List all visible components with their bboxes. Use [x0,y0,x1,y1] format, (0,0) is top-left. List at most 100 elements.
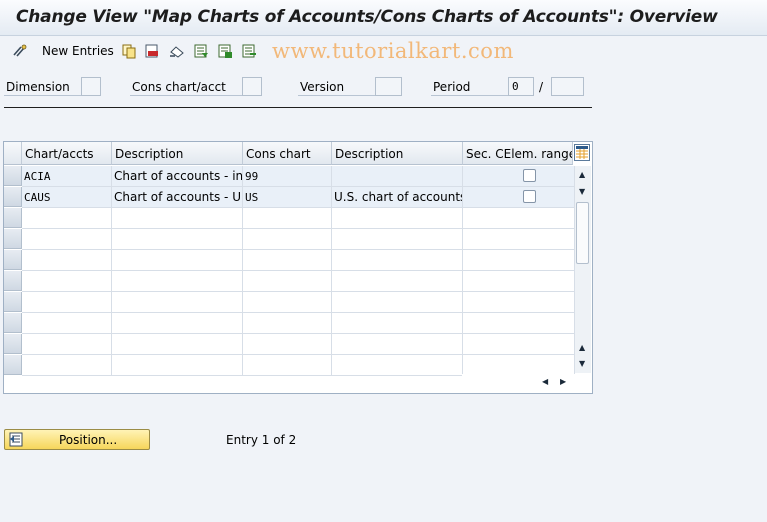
cons-chart-label: Cons chart/acct [132,80,226,94]
new-entries-button[interactable]: New Entries [42,44,114,58]
cell-sec-range [463,229,575,250]
cell-cons-description [332,334,463,355]
title-bar: Change View "Map Charts of Accounts/Cons… [0,0,767,36]
cell-cons-chart [243,208,332,229]
row-selector[interactable] [4,250,22,270]
period-field[interactable]: 0 [508,77,534,96]
cell-chart-accts [22,208,112,229]
row-selector[interactable] [4,229,22,249]
cell-cons-chart [243,355,332,376]
selection-criteria: Dimension Cons chart/acct Version Period… [0,74,600,108]
row-selector[interactable] [4,313,22,333]
cell-sec-range [463,355,575,376]
row-selector[interactable] [4,292,22,312]
row-selector[interactable] [4,334,22,354]
cell-chart-accts[interactable]: CAUS [22,187,112,208]
cell-cons-description [332,208,463,229]
period-underline [431,95,508,96]
row-selector[interactable] [4,187,22,207]
table-settings-icon[interactable] [574,144,590,161]
row-selector[interactable] [4,355,22,375]
edit-glasses-icon[interactable] [12,43,28,59]
cell-sec-range [463,313,575,334]
position-icon [9,432,23,447]
cell-cons-description [332,271,463,292]
copy-icon[interactable] [121,43,137,59]
select-all-icon[interactable] [193,43,209,59]
dimension-underline [4,95,82,96]
row-selector[interactable] [4,271,22,291]
delete-icon[interactable] [144,43,160,59]
cell-chart-accts [22,313,112,334]
row-selector[interactable] [4,208,22,228]
cell-chart-accts [22,334,112,355]
cell-cons-description [332,313,463,334]
row-selector[interactable] [4,166,22,186]
deselect-all-icon[interactable] [241,43,257,59]
dimension-label: Dimension [6,80,70,94]
cell-cons-description [332,229,463,250]
cell-description [112,292,243,313]
column-header-description[interactable]: Description [112,142,243,165]
version-underline [298,95,376,96]
cell-sec-range [463,250,575,271]
column-header-chart-accts[interactable]: Chart/accts [22,142,112,165]
cell-description [112,208,243,229]
scroll-down-icon[interactable]: ▼ [579,188,585,196]
entry-counter: Entry 1 of 2 [226,433,297,447]
cell-description [112,271,243,292]
scroll-up-icon[interactable]: ▲ [579,171,585,179]
cell-cons-chart [243,250,332,271]
horizontal-scrollbar[interactable]: ◀ ▶ [462,374,576,390]
cell-cons-chart [243,313,332,334]
vertical-scrollbar[interactable]: ▲ ▼ ▲ ▼ [575,166,591,373]
selection-divider [4,107,592,108]
scroll-left-icon[interactable]: ◀ [542,378,548,386]
column-header-cons-chart[interactable]: Cons chart [243,142,332,165]
version-field[interactable] [375,77,402,96]
cell-description [112,250,243,271]
select-all-rows-cell[interactable] [4,142,22,165]
cell-cons-chart[interactable]: US [243,187,332,208]
fiscal-year-field[interactable] [551,77,584,96]
version-label: Version [300,80,345,94]
column-header-cons-description[interactable]: Description [332,142,463,165]
cell-sec-range [463,208,575,229]
cell-cons-description[interactable] [332,166,463,187]
cell-cons-chart[interactable]: 99 [243,166,332,187]
cell-cons-chart [243,229,332,250]
cell-sec-range[interactable] [463,166,575,187]
cell-description[interactable]: Chart of accounts - int… [112,166,243,187]
period-separator: / [539,80,544,94]
sec-range-checkbox[interactable] [523,169,536,182]
scroll-right-icon[interactable]: ▶ [560,378,566,386]
undo-change-icon[interactable] [169,43,185,59]
cell-description [112,313,243,334]
cell-sec-range [463,334,575,355]
watermark-text: www.tutorialkart.com [272,39,514,63]
position-button[interactable]: Position... [4,429,150,450]
page-down-icon[interactable]: ▼ [579,360,585,368]
dimension-field[interactable] [81,77,101,96]
cell-chart-accts[interactable]: ACIA [22,166,112,187]
application-toolbar: New Entries www.tutorialkart.com [0,37,767,65]
cell-chart-accts [22,229,112,250]
cell-description [112,334,243,355]
cell-cons-chart [243,271,332,292]
select-block-icon[interactable] [217,43,233,59]
period-label: Period [433,80,471,94]
page-up-icon[interactable]: ▲ [579,344,585,352]
column-header-sec-range[interactable]: Sec. CElem. range [463,142,573,165]
cell-cons-description [332,355,463,376]
cons-chart-field[interactable] [242,77,262,96]
cell-chart-accts [22,250,112,271]
scroll-thumb[interactable] [576,202,589,264]
cell-cons-chart [243,292,332,313]
position-button-label: Position... [59,433,118,447]
cell-cons-description[interactable]: U.S. chart of accounts [332,187,463,208]
cell-cons-description [332,250,463,271]
cell-sec-range [463,292,575,313]
cell-sec-range[interactable] [463,187,575,208]
sec-range-checkbox[interactable] [523,190,536,203]
cell-description[interactable]: Chart of accounts - Un… [112,187,243,208]
